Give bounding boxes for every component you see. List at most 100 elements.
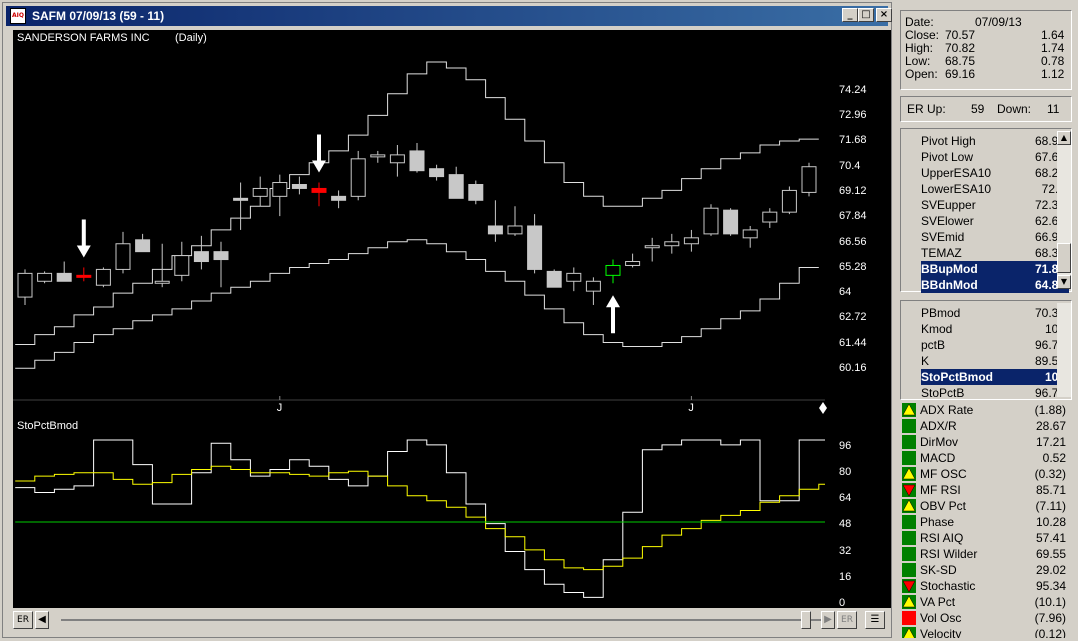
- candle-body: [17, 272, 33, 298]
- signal-down-icon: [902, 483, 916, 497]
- price-tick-label: 72.96: [839, 109, 867, 122]
- study-list-1-scrollbar[interactable]: ▲ ▼: [1057, 131, 1071, 289]
- chart-area[interactable]: SANDERSON FARMS INC (Daily) StoPctBmod 7…: [13, 30, 891, 609]
- title-bar[interactable]: AIQ SAFM 07/09/13 (59 - 11) _ □ ×: [6, 6, 892, 26]
- candle-body: [742, 229, 758, 239]
- indicator-row[interactable]: MACD 0.52: [900, 450, 1070, 466]
- er-right-button[interactable]: ER: [837, 611, 857, 629]
- scroll-up-arrow-icon[interactable]: ▲: [1057, 131, 1071, 145]
- er-panel: ER Up: 59 Down: 11: [900, 96, 1072, 122]
- quote-panel: Date: 07/09/13 Close: 70.57 1.64 High: 7…: [900, 10, 1072, 90]
- indicator-name: MACD: [920, 451, 956, 465]
- study-list-1-item[interactable]: SVEupper 72.34: [921, 197, 1069, 213]
- indicator-row[interactable]: DirMov 17.21: [900, 434, 1070, 450]
- high-label: High:: [905, 41, 934, 55]
- indicator-value: 28.67: [1035, 419, 1066, 433]
- candle-body: [703, 207, 719, 235]
- menu-lines-icon[interactable]: ☰: [865, 611, 885, 629]
- horizontal-scrollbar[interactable]: ER ◀ ▶ ER ☰: [13, 611, 891, 631]
- chart-canvas[interactable]: [13, 30, 891, 608]
- indicator-row[interactable]: VA Pct (10.1): [900, 594, 1070, 610]
- candle-body: [762, 211, 778, 223]
- low-change: 0.78: [1041, 54, 1065, 68]
- indicator-row[interactable]: ADX Rate (1.88): [900, 402, 1070, 418]
- price-tick-label: 65.28: [839, 260, 867, 273]
- candle-body: [37, 272, 53, 282]
- scroll-thumb[interactable]: [801, 611, 811, 629]
- open-change: 1.12: [1041, 67, 1065, 81]
- indicator-tick-label: 32: [839, 544, 852, 557]
- indicator-row[interactable]: MF OSC (0.32): [900, 466, 1070, 482]
- scroll-down-arrow-icon[interactable]: ▼: [1057, 275, 1071, 289]
- indicator-row[interactable]: OBV Pct (7.11): [900, 498, 1070, 514]
- scroll-right-arrow-icon[interactable]: ▶: [821, 611, 835, 629]
- high-change: 1.74: [1041, 41, 1065, 55]
- signal-up-icon: [902, 627, 916, 638]
- candle-body: [644, 245, 660, 249]
- indicator-row[interactable]: Velocity (0.12): [900, 626, 1070, 638]
- study-list-1-item[interactable]: SVElower 62.63: [921, 213, 1069, 229]
- study-list-2-item[interactable]: pctB 96.71: [921, 337, 1069, 353]
- study-list-1-item[interactable]: TEMAZ 68.34: [921, 245, 1069, 261]
- study-list-1-item[interactable]: SVEmid 66.91: [921, 229, 1069, 245]
- study-list-1[interactable]: Pivot High 68.93 Pivot Low 67.65 UpperESA10 6…: [900, 128, 1072, 293]
- candle-body: [625, 261, 641, 266]
- study-list-2-item[interactable]: StoPctB 96.71: [921, 385, 1069, 401]
- indicator-row[interactable]: RSI AIQ 57.41: [900, 530, 1070, 546]
- month-tick-label: J: [276, 402, 283, 414]
- scroll-track[interactable]: [61, 619, 821, 621]
- indicator-row[interactable]: SK-SD 29.02: [900, 562, 1070, 578]
- indicator-series-line: [15, 439, 825, 598]
- price-tick-label: 67.84: [839, 210, 867, 223]
- indicator-value: (0.12): [1034, 627, 1066, 638]
- candle-body: [664, 241, 680, 247]
- candle-body: [76, 274, 92, 278]
- candle-body: [311, 187, 327, 193]
- indicator-row[interactable]: Vol Osc (7.96): [900, 610, 1070, 626]
- study-list-1-item[interactable]: LowerESA10 72.7: [921, 181, 1069, 197]
- study-list-2-item[interactable]: PBmod 70.39: [921, 305, 1069, 321]
- candle-body: [233, 197, 249, 201]
- current-bar-diamond-icon: [819, 402, 827, 414]
- upper-band-line: [15, 61, 819, 345]
- candle-body: [56, 272, 72, 282]
- candle-body: [409, 150, 425, 172]
- study-list-2[interactable]: PBmod 70.39 Kmod 100 pctB 96.71 K 89.57 StoPctBm…: [900, 300, 1072, 400]
- candle-body: [605, 264, 621, 276]
- er-up-value: 59: [971, 102, 985, 116]
- er-down-value: 11: [1047, 102, 1060, 116]
- indicator-value: (10.1): [1034, 595, 1066, 609]
- close-button[interactable]: ×: [876, 8, 892, 22]
- price-tick-label: 66.56: [839, 235, 867, 248]
- signal-neutral-icon: [902, 515, 916, 529]
- down-arrow-icon: [76, 219, 91, 258]
- indicator-name: MF OSC: [920, 467, 967, 481]
- indicator-row[interactable]: ADX/R 28.67: [900, 418, 1070, 434]
- minimize-button[interactable]: _: [842, 8, 858, 22]
- maximize-button[interactable]: □: [858, 8, 874, 22]
- indicator-row[interactable]: MF RSI 85.71: [900, 482, 1070, 498]
- study-list-2-item[interactable]: K 89.57: [921, 353, 1069, 369]
- study-list-1-item[interactable]: BBupMod 71.86: [921, 261, 1069, 277]
- study-name: BBupMod: [921, 262, 978, 276]
- study-list-1-item[interactable]: Pivot High 68.93: [921, 133, 1069, 149]
- indicator-row[interactable]: RSI Wilder 69.55: [900, 546, 1070, 562]
- lower-band-line: [15, 239, 819, 369]
- er-left-button[interactable]: ER: [13, 611, 33, 629]
- indicator-tick-label: 0: [839, 597, 846, 609]
- up-arrow-icon: [606, 295, 620, 334]
- scroll-thumb[interactable]: [1057, 243, 1071, 273]
- candle-body: [723, 209, 739, 235]
- security-name: SANDERSON FARMS INC: [17, 32, 150, 44]
- month-tick-label: J: [688, 402, 694, 414]
- study-list-2-scrollbar[interactable]: [1057, 303, 1071, 397]
- study-list-1-item[interactable]: Pivot Low 67.65: [921, 149, 1069, 165]
- study-list-2-item[interactable]: StoPctBmod 100: [921, 369, 1069, 385]
- indicator-row[interactable]: Stochastic 95.34: [900, 578, 1070, 594]
- indicator-row[interactable]: Phase 10.28: [900, 514, 1070, 530]
- study-list-1-item[interactable]: BBdnMod 64.82: [921, 277, 1069, 293]
- study-list-2-item[interactable]: Kmod 100: [921, 321, 1069, 337]
- study-list-1-item[interactable]: UpperESA10 68.23: [921, 165, 1069, 181]
- signal-neutral-icon: [902, 435, 916, 449]
- scroll-left-arrow-icon[interactable]: ◀: [35, 611, 49, 629]
